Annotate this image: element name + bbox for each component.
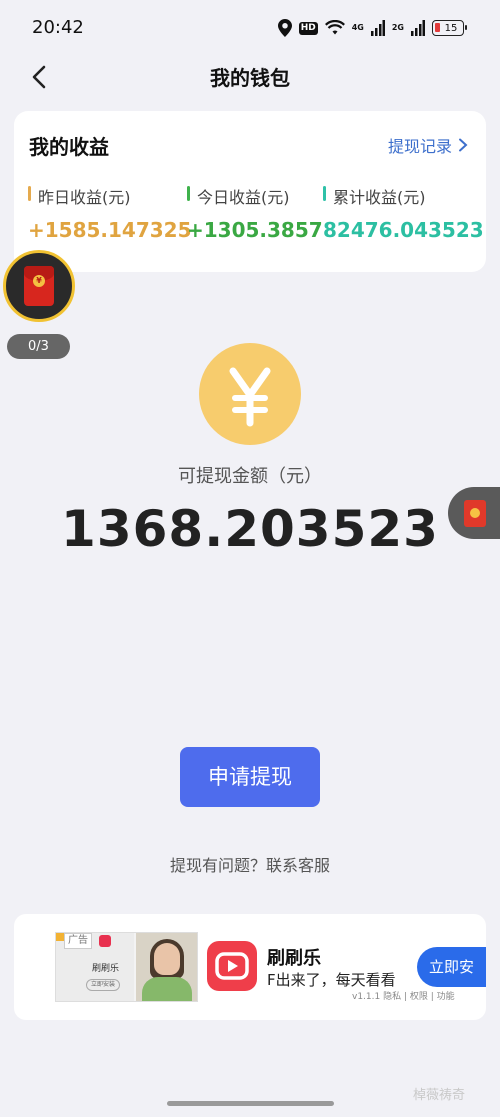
withdraw-button[interactable]: 申请提现 bbox=[180, 747, 320, 807]
stat-yesterday-label: 昨日收益(元) bbox=[28, 184, 192, 208]
ad-mini-app-name: 刷刷乐 bbox=[92, 964, 120, 974]
yuan-symbol-icon bbox=[229, 367, 271, 427]
withdraw-records-link[interactable]: 提现记录 bbox=[388, 133, 468, 157]
yuan-symbol-icon: ¥ bbox=[33, 275, 45, 287]
stat-today-label: 今日收益(元) bbox=[187, 184, 323, 208]
play-icon bbox=[215, 952, 249, 980]
stat-yesterday-value: +1585.147325 bbox=[28, 218, 192, 242]
ad-mini-install-button: 立即安装 bbox=[86, 979, 120, 991]
ad-thumbnail[interactable]: 广告 刷刷乐 立即安装 bbox=[55, 932, 198, 1002]
ad-presenter-photo bbox=[136, 933, 197, 1001]
balance-label: 可提现金额（元） bbox=[178, 466, 322, 487]
home-indicator[interactable] bbox=[167, 1101, 334, 1106]
location-icon bbox=[277, 19, 292, 37]
wifi-icon bbox=[324, 20, 345, 35]
status-bar: 20:42 HD 4G 2G 15 bbox=[0, 0, 500, 56]
battery-level: 15 bbox=[444, 22, 458, 34]
contact-support-link[interactable]: 提现有问题？联系客服 bbox=[0, 852, 500, 876]
hd-badge: HD bbox=[298, 21, 318, 35]
stat-total-value: 82476.043523 bbox=[323, 218, 484, 242]
stat-today-value: +1305.3857 bbox=[187, 218, 323, 242]
battery-icon: 15 bbox=[432, 20, 467, 36]
red-packet-icon: ¥ bbox=[24, 266, 54, 306]
withdraw-records-label: 提现记录 bbox=[387, 137, 452, 156]
nav-bar: 我的钱包 bbox=[0, 56, 500, 98]
red-packet-progress: 0/3 bbox=[7, 334, 70, 359]
ad-tag: 广告 bbox=[64, 933, 92, 949]
ad-mini-logo-icon bbox=[99, 935, 111, 947]
earnings-card: 我的收益 提现记录 昨日收益(元) +1585.147325 今日收益(元) +… bbox=[14, 111, 486, 272]
page-title: 我的钱包 bbox=[210, 66, 290, 90]
status-time: 20:42 bbox=[32, 17, 84, 38]
signal-icon bbox=[370, 20, 385, 36]
watermark: 棹薇祷奇 bbox=[413, 1088, 466, 1103]
ad-photo-body bbox=[142, 977, 192, 1001]
ad-app-icon[interactable] bbox=[207, 941, 257, 991]
floating-red-packet-button[interactable]: ¥ bbox=[3, 250, 75, 322]
ad-photo-face bbox=[154, 943, 180, 975]
yuan-coin-icon bbox=[199, 343, 301, 445]
earnings-title: 我的收益 bbox=[29, 135, 109, 159]
ad-meta-links[interactable]: v1.1.1 隐私 | 权限 | 功能 bbox=[352, 989, 455, 1002]
ad-app-name: 刷刷乐 bbox=[267, 948, 321, 969]
chevron-right-icon bbox=[459, 138, 468, 152]
ad-tag-accent bbox=[56, 933, 64, 941]
signal-icon bbox=[411, 20, 425, 36]
stat-total-label: 累计收益(元) bbox=[323, 184, 484, 208]
network-label-1: 4G bbox=[351, 23, 364, 32]
stat-today: 今日收益(元) +1305.3857 bbox=[187, 184, 323, 242]
stat-total: 累计收益(元) 82476.043523 bbox=[323, 184, 484, 242]
network-label-2: 2G bbox=[391, 23, 404, 32]
ad-thumbnail-screen: 广告 刷刷乐 立即安装 bbox=[56, 933, 134, 1001]
stat-yesterday: 昨日收益(元) +1585.147325 bbox=[28, 184, 192, 242]
wallet-screen: 20:42 HD 4G 2G 15 我的钱包 我的收益 提现记录 昨日收益(元)… bbox=[0, 0, 500, 1117]
status-icons: HD 4G 2G 15 bbox=[277, 18, 467, 38]
balance-amount: 1368.203523 bbox=[61, 500, 439, 558]
ad-description: F出来了，每天看看 bbox=[267, 971, 396, 989]
ad-banner[interactable]: 广告 刷刷乐 立即安装 刷刷乐 F出来了，每天看看 v1.1.1 隐私 | 权限… bbox=[14, 914, 486, 1020]
ad-install-button[interactable]: 立即安 bbox=[417, 947, 486, 987]
